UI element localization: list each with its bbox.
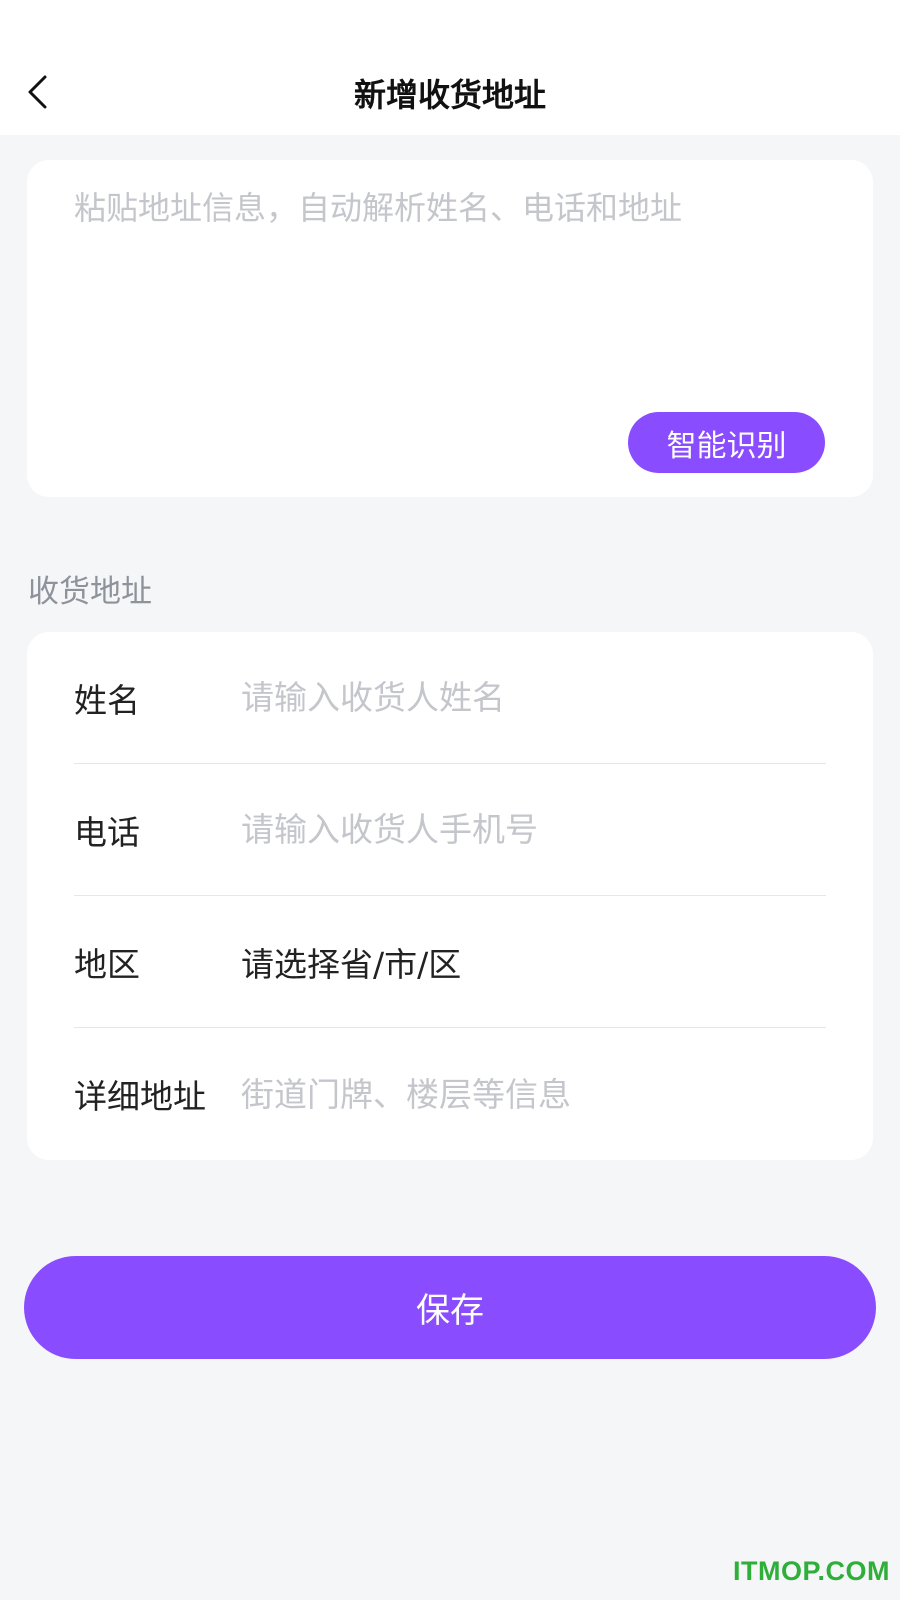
save-button[interactable]: 保存 [24, 1256, 876, 1359]
phone-label: 电话 [74, 812, 140, 852]
address-input[interactable] [241, 1074, 826, 1114]
page-title: 新增收货地址 [353, 76, 546, 114]
address-label: 详细地址 [74, 1077, 206, 1116]
nav-header: 新增收货地址 [0, 0, 900, 135]
smart-recognize-button[interactable]: 智能识别 [628, 412, 825, 473]
region-row[interactable]: 地区 请选择省/市/区 [74, 896, 826, 1028]
section-label: 收货地址 [28, 574, 152, 610]
paste-address-textarea[interactable] [74, 186, 834, 386]
phone-input[interactable] [241, 810, 826, 849]
name-row: 姓名 [74, 632, 826, 764]
address-row: 详细地址 [74, 1028, 826, 1160]
phone-row: 电话 [74, 764, 826, 896]
page: 新增收货地址 智能识别 收货地址 姓名 电话 地区 请选择省/市/区 详细地址 … [0, 0, 900, 1600]
name-input[interactable] [241, 678, 826, 717]
name-label: 姓名 [74, 680, 140, 720]
paste-card: 智能识别 [27, 160, 873, 497]
region-label: 地区 [74, 944, 140, 984]
region-selector[interactable]: 请选择省/市/区 [241, 938, 826, 986]
address-form-card: 姓名 电话 地区 请选择省/市/区 详细地址 [27, 632, 873, 1160]
watermark: ITMOP.COM [732, 1556, 890, 1586]
